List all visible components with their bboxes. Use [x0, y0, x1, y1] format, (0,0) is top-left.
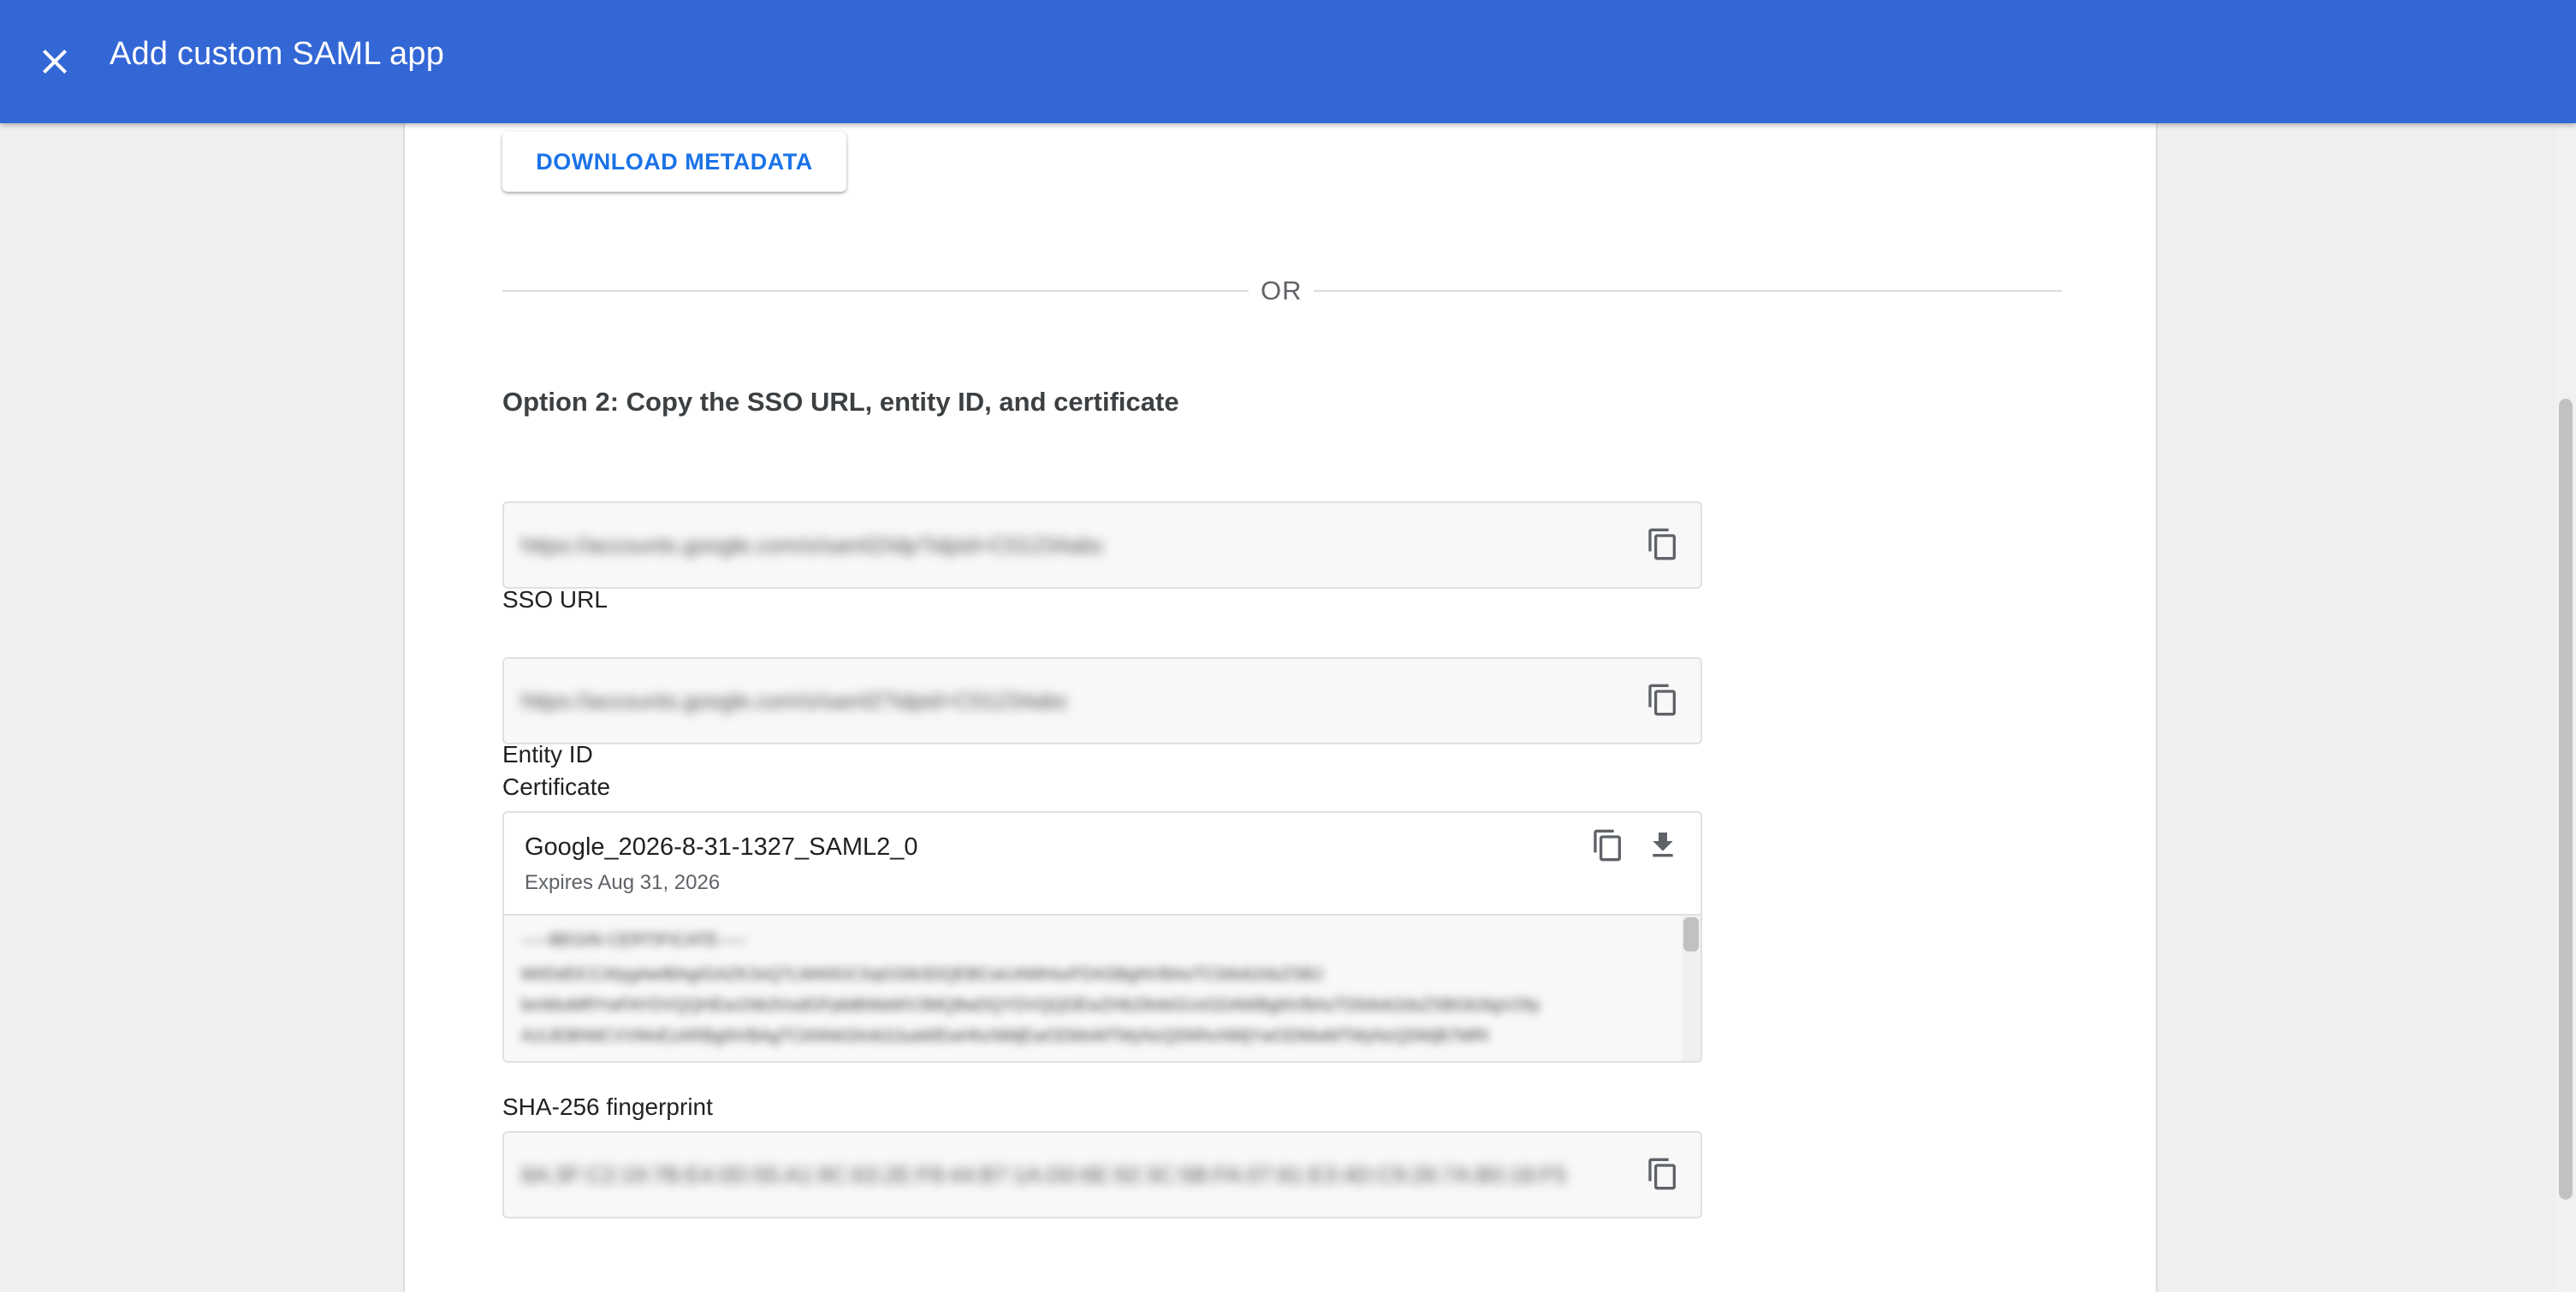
copy-entity-id-button[interactable]: [1642, 679, 1683, 720]
certificate-card: Google_2026-8-31-1327_SAML2_0 Expires Au…: [502, 811, 1702, 1063]
sha256-field[interactable]: 8A:3F:C2:19:7B:E4:0D:55:A1:9C:63:2E:F8:4…: [502, 1131, 1702, 1218]
divider-right: [1314, 290, 2062, 292]
certificate-expiry: Expires Aug 31, 2026: [525, 871, 721, 894]
certificate-name: Google_2026-8-31-1327_SAML2_0: [525, 833, 918, 861]
entity-id-value: https://accounts.google.com/o/saml2?idpi…: [521, 688, 1069, 714]
copy-sso-url-button[interactable]: [1642, 524, 1683, 565]
close-button[interactable]: [34, 41, 75, 82]
certificate-text-area[interactable]: -----BEGIN CERTIFICATE----- MIIDdDCCAlyg…: [504, 914, 1701, 1061]
page-scroll-thumb[interactable]: [2559, 399, 2573, 1200]
sha256-label: SHA-256 fingerprint: [502, 1093, 713, 1120]
sso-url-value: https://accounts.google.com/o/saml2/idp?…: [521, 532, 1105, 558]
certificate-line: -----BEGIN CERTIFICATE-----: [521, 931, 747, 950]
entity-id-label: Entity ID: [502, 741, 593, 767]
certificate-line: MIIDdDCCAlygAwIBAgIGAZK3xQ7LMA0GCSqGSIb3…: [521, 965, 1323, 984]
copy-icon: [1648, 684, 1676, 716]
copy-sha256-button[interactable]: [1642, 1153, 1683, 1194]
download-metadata-button[interactable]: DOWNLOAD METADATA: [502, 132, 846, 192]
app-header: Add custom SAML app: [0, 0, 2576, 123]
sso-url-label: SSO URL: [502, 586, 608, 613]
copy-icon: [1648, 1158, 1676, 1190]
download-certificate-button[interactable]: [1642, 825, 1683, 866]
sso-url-field[interactable]: https://accounts.google.com/o/saml2/idp?…: [502, 501, 1702, 589]
certificate-scrollbar[interactable]: [1682, 916, 1701, 1061]
sha256-value: 8A:3F:C2:19:7B:E4:0D:55:A1:9C:63:2E:F8:4…: [521, 1162, 1567, 1188]
download-icon: [1653, 833, 1673, 857]
certificate-label: Certificate: [502, 773, 611, 800]
certificate-scroll-thumb[interactable]: [1683, 917, 1699, 951]
option2-title: Option 2: Copy the SSO URL, entity ID, a…: [502, 387, 1179, 417]
main-panel: DOWNLOAD METADATA OR Option 2: Copy the …: [403, 123, 2158, 1292]
page-title: Add custom SAML app: [110, 36, 445, 72]
entity-id-field[interactable]: https://accounts.google.com/o/saml2?idpi…: [502, 657, 1702, 744]
certificate-line: A1UEBhMCVVMxEzARBgNVBAgTCkNhbGlmb3JuaWEw…: [521, 1027, 1488, 1046]
certificate-line: bmMuMRYwFAYDVQQHEw1Nb3VudGFpbiBWaWV3MQ8w…: [521, 996, 1540, 1015]
divider-left: [502, 290, 1249, 292]
copy-certificate-button[interactable]: [1588, 825, 1629, 866]
or-divider-text: OR: [1261, 276, 1303, 305]
close-icon: [43, 50, 67, 74]
copy-icon: [1594, 829, 1621, 862]
copy-icon: [1648, 528, 1676, 560]
